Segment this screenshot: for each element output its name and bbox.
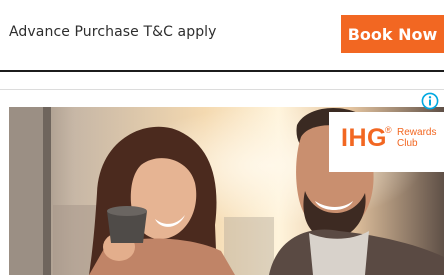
terms-text: Advance Purchase T&C apply [9,24,217,40]
logo-rewards-text: Rewards Club [397,127,437,149]
ihg-rewards-logo[interactable]: IHG ® Rewards Club [329,112,444,172]
ad-top-border [0,89,444,90]
offer-bar: Advance Purchase T&C apply Book Now [0,0,444,70]
logo-ihg-text: IHG [341,124,387,152]
book-now-button[interactable]: Book Now [341,15,444,53]
section-divider [0,70,444,72]
logo-registered-mark: ® [385,125,392,135]
info-icon[interactable] [421,92,439,110]
